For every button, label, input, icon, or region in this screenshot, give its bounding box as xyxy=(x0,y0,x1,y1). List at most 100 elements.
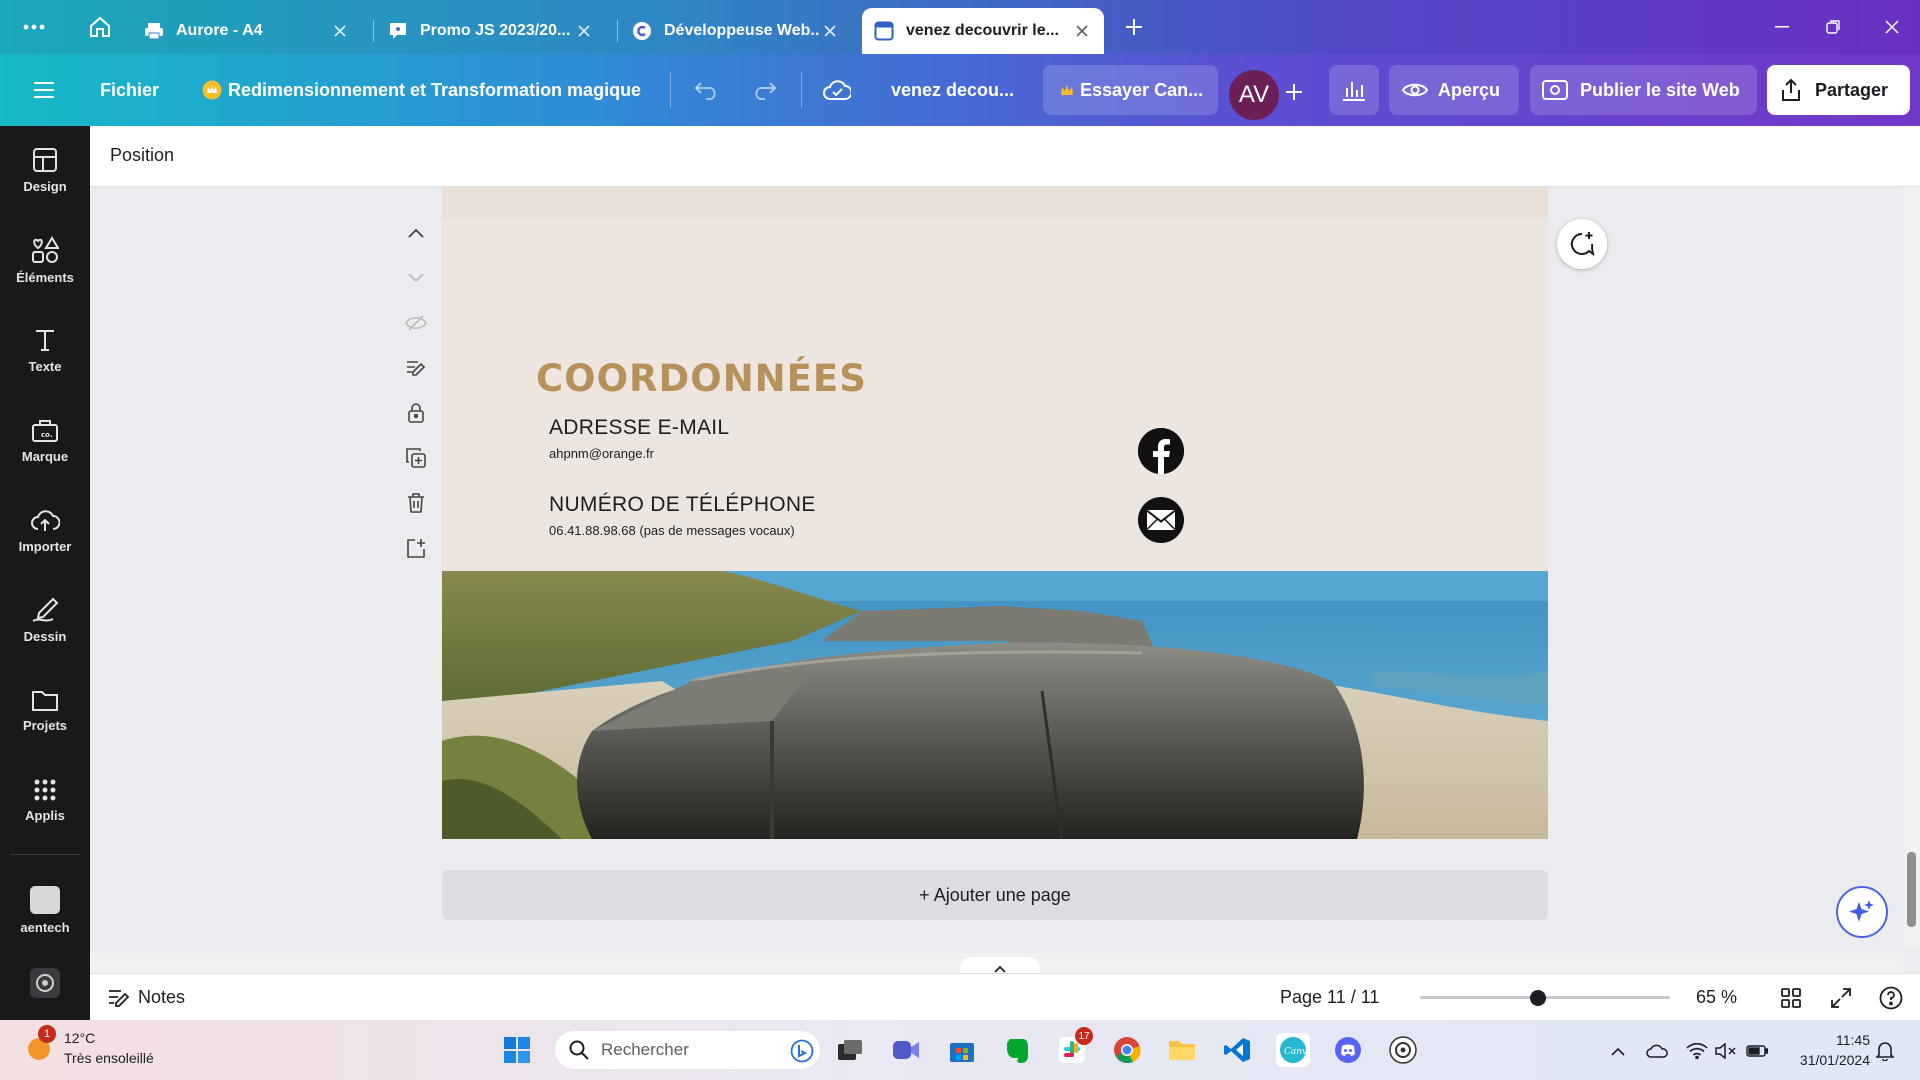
evernote-icon[interactable] xyxy=(1000,1033,1034,1067)
page-count[interactable]: Page 11 / 11 xyxy=(1280,974,1379,1021)
add-page-button[interactable]: + Ajouter une page xyxy=(442,870,1548,920)
position-button[interactable]: Position xyxy=(110,145,174,166)
zoom-slider-thumb[interactable] xyxy=(1529,990,1546,1006)
menu-icon[interactable] xyxy=(28,74,60,106)
file-menu-button[interactable]: Fichier xyxy=(100,54,159,126)
document-title[interactable]: venez decou... xyxy=(891,54,1014,126)
add-collaborator-icon[interactable] xyxy=(1278,76,1310,108)
new-tab-icon[interactable] xyxy=(1118,11,1150,43)
vscode-icon[interactable] xyxy=(1220,1033,1254,1067)
sidebar-item-design[interactable]: Design xyxy=(0,130,90,210)
taskbar-clock[interactable]: 11:45 31/01/2024 xyxy=(1780,1030,1870,1070)
sidebar-item-apps[interactable]: Applis xyxy=(0,760,90,840)
teams-meet-icon[interactable] xyxy=(889,1033,923,1067)
weather-widget[interactable]: 1 12°C Très ensoleillé xyxy=(24,1025,154,1068)
sidebar-item-text[interactable]: Texte xyxy=(0,310,90,390)
brand-icon: co. xyxy=(31,417,59,449)
sidebar-item-brand[interactable]: co. Marque xyxy=(0,400,90,480)
cloud-saved-icon[interactable] xyxy=(821,74,853,106)
page-top-band xyxy=(442,187,1548,219)
analytics-button[interactable] xyxy=(1329,65,1379,115)
resize-magic-label: Redimensionnement et Transformation magi… xyxy=(228,79,642,100)
try-canva-pro-button[interactable]: Essayer Can... xyxy=(1043,65,1218,115)
phone-value[interactable]: 06.41.88.98.68 (pas de messages vocaux) xyxy=(549,523,795,538)
text-icon xyxy=(32,327,58,359)
sidebar-item-openai[interactable] xyxy=(0,956,90,1016)
email-envelope-icon[interactable] xyxy=(1138,497,1184,543)
sidebar-item-label: Importer xyxy=(18,538,72,554)
undo-icon[interactable] xyxy=(691,74,723,106)
lock-icon[interactable] xyxy=(400,397,432,429)
slack-icon[interactable]: 17 xyxy=(1055,1027,1093,1067)
wifi-icon[interactable] xyxy=(1686,1040,1708,1062)
chrome-icon[interactable] xyxy=(1110,1033,1144,1067)
tab-title: Développeuse Web... xyxy=(664,22,820,39)
show-hidden-icons-icon[interactable] xyxy=(1607,1040,1629,1062)
delete-page-icon[interactable] xyxy=(400,487,432,519)
magic-assistant-button[interactable] xyxy=(1836,886,1888,938)
email-label[interactable]: ADRESSE E-MAIL xyxy=(549,416,729,440)
contact-heading[interactable]: COORDONNÉES xyxy=(536,357,867,400)
home-icon[interactable] xyxy=(84,11,116,43)
move-page-down-icon[interactable] xyxy=(400,262,432,294)
tab-promo-js[interactable]: Promo JS 2023/20... xyxy=(376,8,606,54)
taskbar-search-input[interactable]: Rechercher xyxy=(555,1031,820,1069)
email-value[interactable]: ahpnm@orange.fr xyxy=(549,446,654,461)
tab-venez-decouvrir[interactable]: venez decouvrir le... xyxy=(862,8,1104,54)
sidebar-item-aentech[interactable]: aentech xyxy=(0,870,90,950)
canva-app-icon[interactable]: Canva xyxy=(1276,1033,1310,1067)
page-notes-icon[interactable] xyxy=(400,352,432,384)
volume-muted-icon[interactable] xyxy=(1715,1040,1737,1062)
vertical-scrollbar[interactable] xyxy=(1903,187,1920,947)
add-comment-button[interactable] xyxy=(1557,219,1607,269)
sidebar-item-label: Dessin xyxy=(23,628,67,644)
sidebar-item-elements[interactable]: Éléments xyxy=(0,220,90,300)
zoom-value[interactable]: 65 % xyxy=(1696,974,1737,1021)
sidebar-item-import[interactable]: Importer xyxy=(0,490,90,570)
battery-icon[interactable] xyxy=(1746,1040,1768,1062)
restore-icon[interactable] xyxy=(1813,8,1853,46)
task-view-icon[interactable] xyxy=(833,1033,867,1067)
bunker-beach-photo[interactable] xyxy=(442,571,1548,839)
microsoft-store-icon[interactable] xyxy=(945,1033,979,1067)
hide-page-icon[interactable] xyxy=(400,307,432,339)
close-window-icon[interactable] xyxy=(1872,8,1912,46)
divider xyxy=(670,72,671,108)
close-tab-icon[interactable] xyxy=(820,21,840,41)
windows-start-icon[interactable] xyxy=(500,1033,534,1067)
minimize-icon[interactable] xyxy=(1762,8,1802,46)
move-page-up-icon[interactable] xyxy=(400,217,432,249)
more-options-icon[interactable] xyxy=(18,11,50,43)
resize-magic-button[interactable]: Redimensionnement et Transformation magi… xyxy=(202,54,641,126)
file-explorer-icon[interactable] xyxy=(1165,1033,1199,1067)
help-icon[interactable] xyxy=(1876,983,1906,1013)
notifications-icon[interactable] xyxy=(1874,1040,1896,1062)
sidebar-item-projects[interactable]: Projets xyxy=(0,670,90,750)
add-page-icon[interactable] xyxy=(400,532,432,564)
duplicate-page-icon[interactable] xyxy=(400,442,432,474)
tab-developpeuse-web[interactable]: Développeuse Web... xyxy=(620,8,852,54)
openai-chat-icon[interactable] xyxy=(1386,1033,1420,1067)
sidebar-item-draw[interactable]: Dessin xyxy=(0,580,90,660)
tab-aurore[interactable]: Aurore - A4 xyxy=(132,8,362,54)
discord-icon[interactable] xyxy=(1331,1033,1365,1067)
notes-button[interactable]: Notes xyxy=(108,974,185,1021)
facebook-icon[interactable] xyxy=(1138,428,1184,474)
phone-label[interactable]: NUMÉRO DE TÉLÉPHONE xyxy=(549,493,816,517)
grid-view-icon[interactable] xyxy=(1776,983,1806,1013)
scrollbar-thumb[interactable] xyxy=(1907,852,1916,927)
collapse-pages-toggle[interactable] xyxy=(960,957,1040,973)
fullscreen-icon[interactable] xyxy=(1826,983,1856,1013)
preview-button[interactable]: Aperçu xyxy=(1389,65,1519,115)
close-tab-icon[interactable] xyxy=(1072,21,1092,41)
design-page[interactable]: COORDONNÉES ADRESSE E-MAIL ahpnm@orange.… xyxy=(442,187,1548,839)
close-tab-icon[interactable] xyxy=(330,21,350,41)
close-tab-icon[interactable] xyxy=(574,21,594,41)
publish-website-button[interactable]: Publier le site Web xyxy=(1530,65,1757,115)
avatar[interactable]: AV xyxy=(1229,70,1279,120)
onedrive-icon[interactable] xyxy=(1646,1040,1668,1062)
share-button[interactable]: Partager xyxy=(1767,65,1910,115)
redo-icon[interactable] xyxy=(748,74,780,106)
layout-icon xyxy=(32,147,58,179)
preview-label: Aperçu xyxy=(1438,79,1501,100)
